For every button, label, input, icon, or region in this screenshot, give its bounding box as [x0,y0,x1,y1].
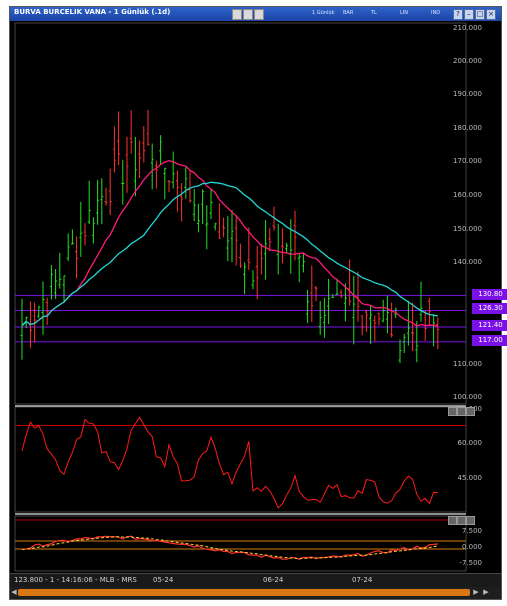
price-chart-canvas[interactable] [10,7,501,573]
price-tick: 180.000 [453,124,482,132]
scroll-end-icon[interactable]: ▶ [482,588,490,597]
scroll-left-icon[interactable]: ◀ [10,588,18,597]
oscillator-signal-line [21,536,438,559]
price-tick: 170.000 [453,157,482,165]
price-tick: 110.000 [453,360,482,368]
date-label: 06-24 [263,576,284,584]
price-tick: 150.000 [453,225,482,233]
price-tick: 140.000 [453,258,482,266]
date-label: 05-24 [153,576,174,584]
pane-close-icon[interactable] [466,407,475,416]
price-tick: 160.000 [453,191,482,199]
pane-settings-icon[interactable] [448,516,457,525]
osc-tick: -7.500 [459,559,482,567]
oscillator-pane [14,515,467,572]
rsi-pane [14,406,467,513]
oscillator-line [21,535,438,560]
level-label: 121.40 [472,320,507,331]
level-label: 126.30 [472,303,507,314]
date-label: 07-24 [352,576,373,584]
moving-average-slow [21,181,438,326]
price-tick: 100.000 [453,393,482,401]
pane-settings-icon[interactable] [448,407,457,416]
pane-close-icon[interactable] [466,516,475,525]
osc-tick: 0.000 [461,543,482,551]
rsi-line [21,416,438,509]
rsi-tick: 45.000 [457,474,483,482]
rsi-tick: 60.000 [457,439,483,447]
price-pane [14,22,467,405]
scroll-thumb[interactable] [18,589,470,596]
price-tick: 200.000 [453,57,482,65]
pane-maximize-icon[interactable] [457,407,466,416]
pane-maximize-icon[interactable] [457,516,466,525]
price-tick: 210.000 [453,24,482,32]
price-tick: 190.000 [453,90,482,98]
status-bar: 123.800 - 1 - 14:16:06 - MLB - MRS 05-24… [10,573,501,587]
scroll-right-icon[interactable]: ▶ [472,588,480,597]
level-label: 130.80 [472,289,507,300]
chart-window: BURVA BURCELIK VANA - 1 Günlük (.1d) 1 G… [9,6,507,600]
status-text: 123.800 - 1 - 14:16:06 - MLB - MRS [14,576,137,584]
osc-tick: 7.500 [461,527,482,535]
level-label: 117.00 [472,335,507,346]
horizontal-scrollbar[interactable]: ◀ ▶ ▶ [10,587,501,599]
